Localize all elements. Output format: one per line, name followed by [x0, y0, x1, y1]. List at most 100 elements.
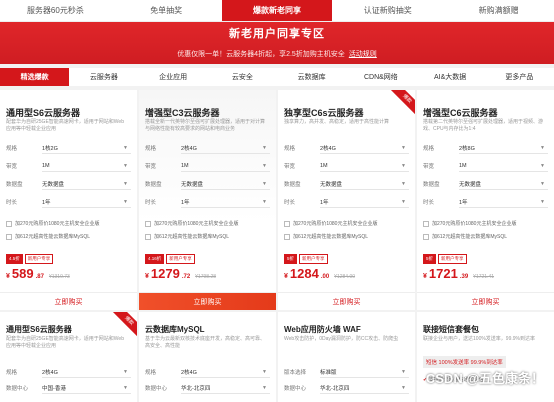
duration-select[interactable]: 1年 ▼	[181, 197, 270, 208]
cat-cloud-database[interactable]: 云数据库	[277, 68, 346, 86]
region-select[interactable]: 华北-北京四 ▼	[181, 383, 270, 394]
buy-button[interactable]: 立即购买	[417, 292, 554, 310]
spec-label: 规格	[6, 146, 18, 152]
top-tab-free-lottery[interactable]: 免单抽奖	[110, 0, 222, 22]
top-tab-hot-shared[interactable]: 爆款新老同享	[221, 0, 333, 22]
duration-select[interactable]: 1年 ▼	[42, 197, 131, 208]
currency: ¥	[284, 273, 288, 280]
spec-row[interactable]: 规格 2核8G ▼	[423, 142, 548, 154]
addon-security-checkbox[interactable]: 加270元购原价1080元主机安全企业版	[145, 220, 238, 227]
disk-label: 数据盘	[6, 182, 23, 188]
checkbox-icon[interactable]	[423, 220, 429, 227]
top-tab-verified-lottery[interactable]: 认证新购抽奖	[332, 0, 444, 22]
addon-mysql-checkbox[interactable]: 加612元超高性能云数据库MySQL	[284, 233, 368, 240]
bandwidth-row[interactable]: 带宽 1M ▼	[423, 160, 548, 172]
checkbox-icon[interactable]	[145, 233, 151, 240]
spec-select[interactable]: 2核8G ▼	[459, 143, 548, 154]
disk-select[interactable]: 无数据盘 ▼	[320, 179, 409, 190]
edition-row[interactable]: 版本选择 标准版 ▼	[284, 366, 409, 378]
bandwidth-row[interactable]: 带宽 1M ▼	[145, 160, 270, 172]
spec-value: 2核4G	[320, 145, 336, 152]
duration-select[interactable]: 1年 ▼	[320, 197, 409, 208]
cat-cdn-network[interactable]: CDN&网络	[346, 68, 415, 86]
duration-label: 时长	[284, 200, 296, 206]
disk-row[interactable]: 数据盘 无数据盘 ▼	[145, 178, 270, 190]
region-select[interactable]: 中国-香港 ▼	[42, 383, 131, 394]
checkbox-icon[interactable]	[6, 220, 12, 227]
region-row[interactable]: 数据中心 中国-香港 ▼	[6, 382, 131, 394]
hot-ribbon: 爆款	[111, 312, 137, 339]
currency: ¥	[145, 273, 149, 280]
spec-select[interactable]: 2核4G ▼	[181, 143, 270, 154]
buy-button[interactable]: 立即购买	[139, 292, 276, 310]
edition-select[interactable]: 标准版 ▼	[320, 367, 409, 378]
cat-cloud-server[interactable]: 云服务器	[69, 68, 138, 86]
region-row[interactable]: 数据中心 华北-北京四 ▼	[145, 382, 270, 394]
discount-tags: 5折 新用户专享	[284, 254, 328, 264]
region-select[interactable]: 华北-北京四 ▼	[320, 383, 409, 394]
bandwidth-row[interactable]: 带宽 1M ▼	[6, 160, 131, 172]
spec-select[interactable]: 2核4G ▼	[320, 143, 409, 154]
disk-select[interactable]: 无数据盘 ▼	[42, 179, 131, 190]
sms-rate: 100%发送率 99.9%到达率	[438, 360, 503, 366]
cat-enterprise-apps[interactable]: 企业应用	[139, 68, 208, 86]
addon-label: 加270元购原价1080元主机安全企业版	[15, 221, 100, 227]
checkbox-icon[interactable]	[6, 233, 12, 240]
price-cents: .00	[320, 274, 330, 280]
spec-select[interactable]: 2核4G ▼	[181, 367, 270, 378]
bandwidth-select[interactable]: 1M ▼	[42, 161, 131, 172]
addon-security-checkbox[interactable]: 加270元购原价1080元主机安全企业版	[6, 220, 99, 227]
disk-row[interactable]: 数据盘 无数据盘 ▼	[6, 178, 131, 190]
spec-select[interactable]: 2核4G ▼	[42, 367, 131, 378]
disk-select[interactable]: 无数据盘 ▼	[459, 179, 548, 190]
bandwidth-row[interactable]: 带宽 1M ▼	[284, 160, 409, 172]
checkbox-icon[interactable]	[284, 233, 290, 240]
region-row[interactable]: 数据中心 华北-北京四 ▼	[284, 382, 409, 394]
rules-link[interactable]: 活动规则	[349, 51, 377, 58]
spec-select[interactable]: 1核2G ▼	[42, 143, 131, 154]
top-tab-new-purchase-gift[interactable]: 新购满额赠	[443, 0, 554, 22]
duration-select[interactable]: 1年 ▼	[459, 197, 548, 208]
cat-featured[interactable]: 精选爆款	[0, 68, 70, 86]
disk-row[interactable]: 数据盘 无数据盘 ▼	[423, 178, 548, 190]
disk-select[interactable]: 无数据盘 ▼	[181, 179, 270, 190]
product-grid: 通用型S6云服务器 配套华为自研25GE智能高速网卡，适用于网站和Web应用等中…	[0, 90, 554, 310]
spec-row[interactable]: 规格 2核4G ▼	[145, 366, 270, 378]
duration-row[interactable]: 时长 1年 ▼	[284, 196, 409, 208]
bandwidth-select[interactable]: 1M ▼	[181, 161, 270, 172]
top-tab-seckill[interactable]: 服务器60元秒杀	[0, 0, 111, 22]
addon-mysql-checkbox[interactable]: 加612元超高性能云数据库MySQL	[423, 233, 507, 240]
spec-row[interactable]: 规格 2核4G ▼	[284, 142, 409, 154]
region-label: 数据中心	[145, 386, 168, 392]
spec-row[interactable]: 规格 1核2G ▼	[6, 142, 131, 154]
checkbox-icon[interactable]	[423, 233, 429, 240]
bandwidth-select[interactable]: 1M ▼	[459, 161, 548, 172]
product-title: 增强型C6云服务器	[423, 108, 498, 118]
bandwidth-select[interactable]: 1M ▼	[320, 161, 409, 172]
duration-row[interactable]: 时长 1年 ▼	[423, 196, 548, 208]
cat-ai-bigdata[interactable]: AI&大数据	[416, 68, 485, 86]
addon-security-checkbox[interactable]: 加270元购原价1080元主机安全企业版	[423, 220, 516, 227]
duration-row[interactable]: 时长 1年 ▼	[6, 196, 131, 208]
checkbox-icon[interactable]	[145, 220, 151, 227]
product-card: 增强型C6云服务器 搭载第二代英特尔至强可扩展处理器，适用于视频、游戏、CPU与…	[417, 90, 554, 310]
duration-row[interactable]: 时长 1年 ▼	[145, 196, 270, 208]
region-label: 数据中心	[6, 386, 29, 392]
product-card: 爆款 独享型C6s云服务器 独享算力，高并发、高稳定，适用于高性能计算 规格 2核…	[278, 90, 415, 310]
addon-mysql-checkbox[interactable]: 加612元超高性能云数据库MySQL	[145, 233, 229, 240]
spec-row[interactable]: 规格 2核4G ▼	[145, 142, 270, 154]
spec-row[interactable]: 规格 2核4G ▼	[6, 366, 131, 378]
addon-security-checkbox[interactable]: 加270元购原价1080元主机安全企业版	[284, 220, 377, 227]
product-title: Web应用防火墙 WAF	[284, 325, 361, 334]
top-tabs: 服务器60元秒杀 免单抽奖 爆款新老同享 认证新购抽奖 新购满额赠	[0, 0, 554, 22]
product-grid-second-row: 爆款 通用型S6云服务器 配套华为自研25GE智能高速网卡，适用于网站和Web应…	[0, 312, 554, 402]
cat-more-products[interactable]: 更多产品	[485, 68, 554, 86]
addon-mysql-checkbox[interactable]: 加612元超高性能云数据库MySQL	[6, 233, 90, 240]
checkbox-icon[interactable]	[284, 220, 290, 227]
spec-label: 规格	[145, 370, 157, 376]
disk-row[interactable]: 数据盘 无数据盘 ▼	[284, 178, 409, 190]
chevron-down-icon: ▼	[262, 162, 267, 169]
cat-cloud-security[interactable]: 云安全	[208, 68, 277, 86]
buy-button[interactable]: 立即购买	[278, 292, 415, 310]
buy-button[interactable]: 立即购买	[0, 292, 137, 310]
